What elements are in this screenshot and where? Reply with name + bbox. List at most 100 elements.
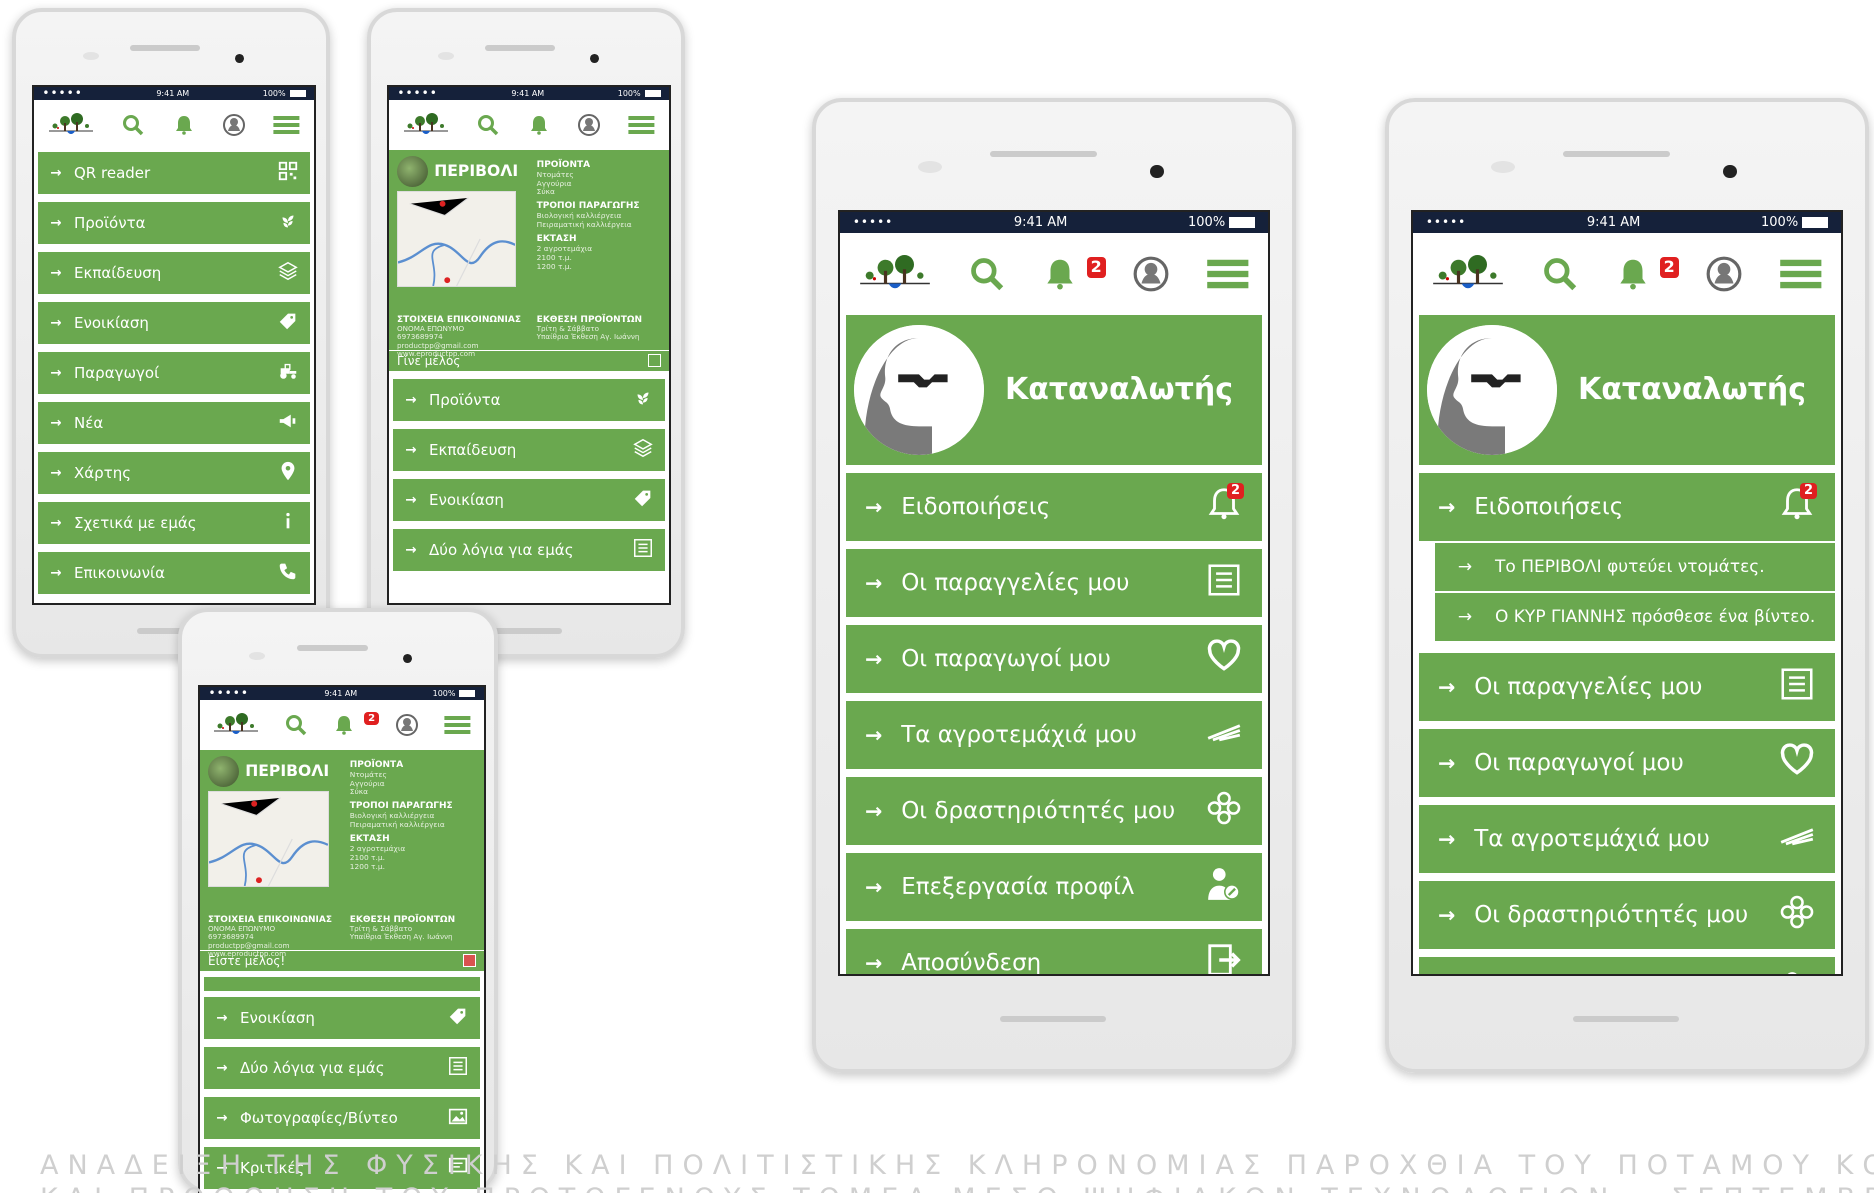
notification-item[interactable]: → Ο ΚΥΡ ΓΙΑΝΝΗΣ πρόσθεσε ένα βίντεο. [1433,592,1835,643]
arrow-right-icon: → [216,1009,228,1026]
hamburger-menu-icon[interactable] [272,113,301,137]
menu-item-farm-1[interactable]: → Εκπαίδευση [393,426,665,473]
hamburger-menu-icon[interactable] [627,113,656,137]
menu-item-consumer-4[interactable]: → Οι δραστηριότητές μου [846,774,1262,847]
list-icon [632,537,654,563]
hamburger-menu-icon[interactable] [443,713,472,737]
menu-item-icon-wrap [436,1005,480,1031]
menu-item-farm-0[interactable]: → Προϊόντα [393,376,665,423]
phone-farm-join: ••••• 9:41 AM 100% ΠΕΡΙΒΟΛΙ ΠΡΟΪΟΝΤΑ Ντομάτες… [367,8,685,658]
menu-item-label: Προϊόντα [74,213,146,232]
trees-logo-icon[interactable] [402,112,450,137]
trees-logo-icon[interactable] [1430,254,1506,293]
menu-item-icon-wrap [621,437,665,463]
farm-map[interactable] [397,190,517,287]
trees-logo-icon[interactable] [212,712,260,737]
sensor [1490,161,1515,174]
menu-item-main-6[interactable]: → Χάρτης [38,449,310,496]
menu-item-label: QR reader [74,163,151,182]
menu-item-icon-wrap [266,210,310,236]
profile-icon[interactable] [1705,255,1743,293]
menu-item-main-0[interactable]: → QR reader [38,149,310,196]
membership-checkbox[interactable] [647,354,661,368]
bottom-speaker [491,627,562,634]
menu-item-consumer2-1[interactable]: → Οι παραγωγοί μου [1419,726,1835,799]
menu-item-member-1[interactable]: → Δύο λόγια για εμάς [204,1044,480,1091]
menu-item-consumer-6[interactable]: → Αποσύνδεση [846,926,1262,975]
bell-icon[interactable]: 2 [1041,255,1106,293]
edit-profile-icon [1778,969,1816,974]
menu-item-member-2[interactable]: → Φωτογραφίες/Βίντεο [204,1094,480,1141]
search-icon[interactable] [476,113,500,137]
menu-item-icon-wrap [436,1105,480,1131]
arrow-right-icon: → [50,364,62,381]
search-icon[interactable] [1541,255,1579,293]
menu-item-consumer2-2[interactable]: → Τα αγροτεμάχιά μου [1419,802,1835,875]
consumer-menu: → Ειδοποιήσεις 2 → Οι παραγγελίες μου → Οι παρ… [840,470,1268,975]
menu-item-main-1[interactable]: → Προϊόντα [38,199,310,246]
menu-item-farm-3[interactable]: → Δύο λόγια για εμάς [393,526,665,573]
sensor [917,161,942,174]
arrow-right-icon: → [50,414,62,431]
menu-item-farm-2[interactable]: → Ενοικίαση [393,476,665,523]
arrow-right-icon: → [1437,826,1456,851]
menu-item-main-2[interactable]: → Εκπαίδευση [38,249,310,296]
avatar[interactable] [854,324,984,455]
menu-item-main-4[interactable]: → Παραγωγοί [38,349,310,396]
menu-item-label: Ενοικίαση [74,313,149,332]
profile-icon[interactable] [1132,255,1170,293]
menu-item-member-0[interactable]: → Ενοικίαση [204,994,480,1041]
menu-item-main-7[interactable]: → Σχετικά με εμάς [38,499,310,546]
bell-icon[interactable]: 2 [1614,255,1679,293]
bell-icon[interactable] [527,113,551,137]
menu-item-main-5[interactable]: → Νέα [38,399,310,446]
notification-badge: 2 [1226,482,1244,499]
notification-item[interactable]: → Το ΠΕΡΙΒΟΛΙ φυτεύει ντομάτες. [1433,542,1835,593]
search-icon[interactable] [284,713,308,737]
avatar[interactable] [1427,324,1557,455]
notification-badge: 2 [1799,482,1817,499]
list-icon [1778,665,1816,709]
farm-detail-text: Τρίτη & Σάββατο Υπαίθρια Έκθεση Αγ. Ιωάν… [536,323,640,342]
status-bar: ••••• 9:41 AM 100% [389,87,669,100]
membership-checkbox[interactable] [462,954,476,968]
search-icon[interactable] [121,113,145,137]
farm-header: ΠΕΡΙΒΟΛΙ [208,755,329,787]
status-bar: ••••• 9:41 AM 100% [1413,212,1841,233]
profile-icon[interactable] [395,713,419,737]
farm-map[interactable] [208,790,329,887]
menu-item-consumer-2[interactable]: → Οι παραγωγοί μου [846,622,1262,695]
farm-detail-text: Βιολογική καλλιέργεια Πειραματική καλλιέ… [349,811,445,830]
tag-icon [447,1005,469,1031]
menu-item-consumer2-3[interactable]: → Οι δραστηριότητές μου [1419,878,1835,951]
arrow-right-icon: → [1437,750,1456,775]
farm-avatar [208,755,240,787]
menu-item-label: Ειδοποιήσεις [1474,493,1624,520]
menu-item-consumer-5[interactable]: → Επεξεργασία προφίλ [846,850,1262,923]
menu-item-consumer-1[interactable]: → Οι παραγγελίες μου [846,546,1262,619]
menu-item-icon-wrap [1759,741,1835,785]
bell-icon[interactable] [172,113,196,137]
phone-farm-member: ••••• 9:41 AM 100% 2 ΠΕΡΙΒΟΛΙ ΠΡΟΪΟΝΤΑ Ντομάτε… [178,608,498,1193]
layers-icon [632,437,654,463]
menu-item-consumer2-4[interactable]: →Επεξεργασία προφίλ [1419,954,1835,974]
hamburger-menu-icon[interactable] [1205,255,1251,293]
bell-icon[interactable]: 2 [332,712,380,737]
menu-item-notifications[interactable]: → Ειδοποιήσεις 2 [1419,470,1835,543]
menu-item-icon-wrap [266,460,310,486]
menu-item-icon-wrap [1186,713,1262,757]
menu-item-consumer-3[interactable]: → Τα αγροτεμάχιά μου [846,698,1262,771]
menu-item-consumer-0[interactable]: → Ειδοποιήσεις 2 [846,470,1262,543]
bottom-speaker [1572,1016,1680,1023]
menu-item-main-8[interactable]: → Επικοινωνία [38,549,310,596]
menu-item-consumer2-0[interactable]: → Οι παραγγελίες μου [1419,650,1835,723]
arrow-right-icon: → [864,950,883,975]
trees-logo-icon[interactable] [857,254,933,293]
menu-item-main-3[interactable]: → Ενοικίαση [38,299,310,346]
trees-logo-icon[interactable] [47,112,95,137]
signal-indicator: ••••• [1425,215,1467,230]
search-icon[interactable] [968,255,1006,293]
hamburger-menu-icon[interactable] [1778,255,1824,293]
profile-icon[interactable] [577,113,601,137]
profile-icon[interactable] [222,113,246,137]
